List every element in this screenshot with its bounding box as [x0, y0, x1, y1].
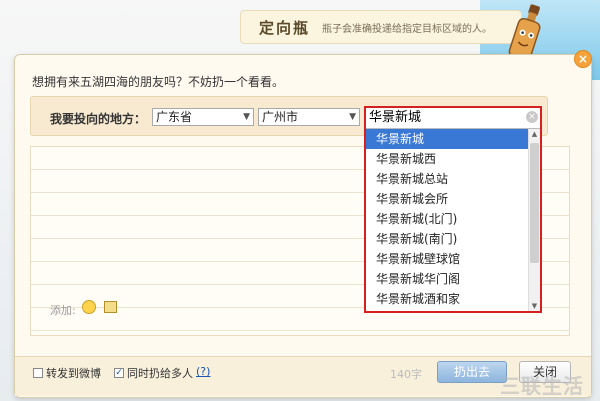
clear-icon[interactable]: × — [526, 111, 538, 123]
header-description: 瓶子会准确投递给指定目标区域的人。 — [322, 23, 493, 35]
add-label: 添加: — [50, 304, 76, 317]
suggestion-item[interactable]: 华景新城(南门) — [366, 229, 528, 249]
close-icon[interactable]: × — [574, 50, 592, 68]
dialog-question: 想拥有来五湖四海的朋友吗？不妨扔一个看看。 — [32, 75, 285, 89]
emoji-icon[interactable] — [82, 300, 96, 314]
throw-to-many-label: 同时扔给多人 — [127, 367, 193, 380]
destination-label: 我要投向的地方： — [50, 112, 147, 126]
repost-weibo-label: 转发到微博 — [46, 367, 101, 380]
throw-button[interactable]: 扔出去 — [437, 361, 507, 383]
suggestion-list: 华景新城 华景新城西 华景新城总站 华景新城会所 华景新城(北门) 华景新城(南… — [366, 128, 540, 311]
repost-weibo-checkbox[interactable] — [33, 368, 43, 378]
city-value: 广州市 — [262, 110, 299, 124]
suggestion-item[interactable]: 华景新城总站 — [366, 169, 528, 189]
suggestion-item[interactable]: 华景新城 — [366, 129, 528, 149]
chevron-down-icon: ▼ — [349, 112, 356, 122]
watermark: 三联生活 — [500, 374, 584, 398]
city-select[interactable]: 广州市 ▼ — [258, 108, 360, 126]
suggestion-item[interactable]: 华景新城西 — [366, 149, 528, 169]
chevron-down-icon: ▼ — [243, 112, 250, 122]
suggestion-item[interactable]: 华景新城壁球馆 — [366, 249, 528, 269]
help-link[interactable]: (?) — [196, 365, 210, 378]
suggestion-item[interactable]: 华景新城会所 — [366, 189, 528, 209]
suggestion-item[interactable]: 华景新城酒和家 — [366, 289, 528, 309]
char-count: 140字 — [390, 368, 422, 381]
location-search-input[interactable]: 华景新城 — [366, 108, 540, 128]
scroll-up-icon[interactable]: ▲ — [529, 129, 540, 140]
suggestion-item[interactable]: 华景新城华门阁 — [366, 269, 528, 289]
scroll-down-icon[interactable]: ▼ — [529, 301, 540, 311]
header-banner: 定向瓶 瓶子会准确投递给指定目标区域的人。 — [240, 10, 522, 44]
suggestion-item[interactable]: 华景新城(北门) — [366, 209, 528, 229]
province-value: 广东省 — [156, 110, 193, 124]
image-icon[interactable] — [104, 301, 117, 313]
scroll-thumb[interactable] — [530, 143, 539, 263]
province-select[interactable]: 广东省 ▼ — [152, 108, 254, 126]
suggestion-scrollbar[interactable]: ▲ ▼ — [528, 129, 540, 311]
throw-to-many-checkbox[interactable]: ✓ — [114, 368, 124, 378]
header-title: 定向瓶 — [259, 18, 311, 37]
